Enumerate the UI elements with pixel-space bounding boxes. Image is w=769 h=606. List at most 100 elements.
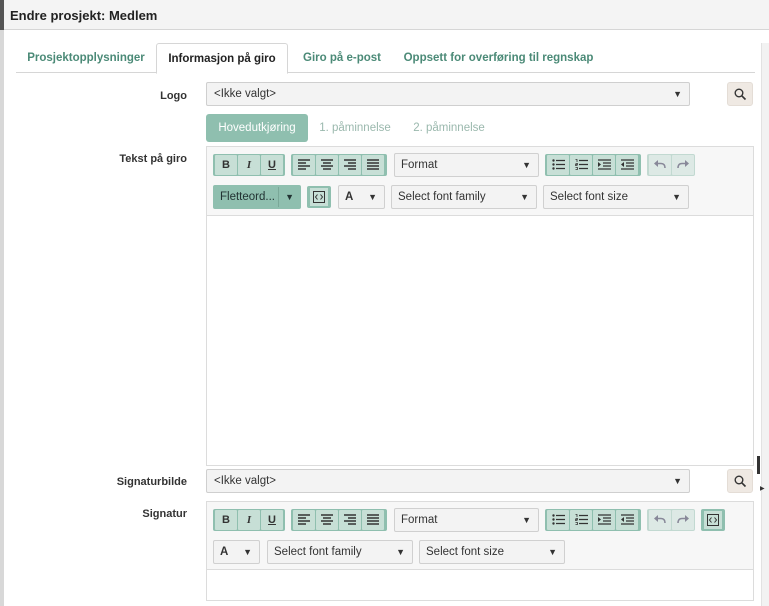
align-center-button[interactable]: [316, 155, 338, 175]
signatur-format-dropdown[interactable]: Format ▼: [394, 508, 539, 532]
numbered-list-button[interactable]: [570, 155, 592, 175]
signatur-editor: B I U Format ▼ A ▼ Select font family ▼ …: [206, 501, 754, 601]
align-center-icon: [321, 159, 333, 170]
signatur-undo-button[interactable]: [649, 510, 671, 530]
logo-search-button[interactable]: [727, 82, 753, 106]
signatur-font-size-value: Select font size: [426, 546, 504, 558]
chevron-down-icon: ▼: [673, 476, 682, 486]
chevron-down-icon: ▼: [285, 192, 294, 202]
font-size-value: Select font size: [550, 191, 628, 203]
signatur-label: Signatur: [142, 508, 187, 520]
chevron-down-icon: ▼: [673, 89, 682, 99]
chevron-down-icon: ▼: [396, 547, 405, 557]
redo-button[interactable]: [672, 155, 694, 175]
bold-button[interactable]: B: [215, 155, 237, 175]
signatur-font-color-dropdown[interactable]: A ▼: [213, 540, 260, 564]
signatur-font-size-dropdown[interactable]: Select font size ▼: [419, 540, 565, 564]
signatur-bold-button[interactable]: B: [215, 510, 237, 530]
italic-button[interactable]: I: [238, 155, 260, 175]
tab-prosjektopplysninger[interactable]: Prosjektopplysninger: [16, 43, 156, 73]
logo-select-value: <Ikke valgt>: [214, 88, 277, 100]
align-center-icon: [321, 514, 333, 525]
align-right-button[interactable]: [339, 155, 361, 175]
outdent-button[interactable]: [616, 155, 638, 175]
tekst-editor: B I U Format ▼ Fletteord... ▼ A ▼ Select…: [206, 146, 754, 466]
tab-giro-pa-epost[interactable]: Giro på e-post: [292, 43, 392, 73]
align-justify-icon: [367, 514, 379, 525]
font-color-dropdown[interactable]: A ▼: [338, 185, 385, 209]
font-family-value: Select font family: [398, 191, 486, 203]
logo-select[interactable]: <Ikke valgt> ▼: [206, 82, 690, 106]
tekst-toolbar: B I U Format ▼ Fletteord... ▼ A ▼ Select…: [207, 147, 753, 216]
font-color-icon: A: [220, 546, 229, 558]
signatur-outdent-button[interactable]: [616, 510, 638, 530]
redo-icon: [677, 160, 689, 169]
signaturbilde-select[interactable]: <Ikke valgt> ▼: [206, 469, 690, 493]
font-color-icon: A: [345, 191, 354, 203]
signatur-list-group: [545, 509, 641, 531]
tab-informasjon-pa-giro[interactable]: Informasjon på giro: [156, 43, 288, 74]
bullet-list-icon: [551, 514, 565, 525]
signatur-align-justify-button[interactable]: [362, 510, 384, 530]
signatur-redo-button[interactable]: [672, 510, 694, 530]
align-left-icon: [298, 514, 310, 525]
signatur-align-center-button[interactable]: [316, 510, 338, 530]
chevron-down-icon: ▼: [522, 160, 531, 170]
scrollbar-thumb[interactable]: [757, 456, 760, 474]
tekst-content-area[interactable]: [207, 217, 753, 465]
chevron-down-icon: ▼: [520, 192, 529, 202]
font-family-dropdown[interactable]: Select font family ▼: [391, 185, 537, 209]
align-left-button[interactable]: [293, 155, 315, 175]
list-group: [545, 154, 641, 176]
signatur-content-area[interactable]: [207, 571, 753, 600]
align-justify-icon: [367, 159, 379, 170]
signaturbilde-label: Signaturbilde: [116, 476, 187, 488]
dialog-body: Prosjektopplysninger Informasjon på giro…: [4, 30, 769, 606]
format-group: B I U: [213, 154, 285, 176]
fletteord-separator: [278, 187, 279, 207]
signatur-numbered-list-button[interactable]: [570, 510, 592, 530]
format-dropdown-value: Format: [401, 159, 438, 171]
underline-button[interactable]: U: [261, 155, 283, 175]
bullet-list-button[interactable]: [547, 155, 569, 175]
subtab-paminnelse-1[interactable]: 1. påminnelse: [314, 114, 396, 142]
signatur-bullet-list-button[interactable]: [547, 510, 569, 530]
chevron-down-icon: ▼: [522, 515, 531, 525]
signaturbilde-select-value: <Ikke valgt>: [214, 475, 277, 487]
signatur-underline-button[interactable]: U: [261, 510, 283, 530]
subtab-hovedutkjoring[interactable]: Hovedutkjøring: [206, 114, 308, 142]
signatur-font-family-dropdown[interactable]: Select font family ▼: [267, 540, 413, 564]
outdent-icon: [620, 159, 634, 170]
scrollbar[interactable]: [761, 43, 769, 606]
code-icon: [313, 191, 325, 203]
signatur-indent-button[interactable]: [593, 510, 615, 530]
bullet-list-icon: [551, 159, 565, 170]
outdent-icon: [620, 514, 634, 525]
signatur-align-right-button[interactable]: [339, 510, 361, 530]
logo-label: Logo: [160, 90, 187, 102]
window-titlebar: Endre prosjekt: Medlem: [0, 0, 769, 30]
signatur-italic-button[interactable]: I: [238, 510, 260, 530]
tab-oppsett-regnskap[interactable]: Oppsett for overføring til regnskap: [396, 43, 601, 73]
fletteord-label: Fletteord...: [220, 191, 275, 203]
font-size-dropdown[interactable]: Select font size ▼: [543, 185, 689, 209]
subtab-paminnelse-2[interactable]: 2. påminnelse: [404, 114, 494, 142]
signaturbilde-search-button[interactable]: [727, 469, 753, 493]
signatur-align-left-button[interactable]: [293, 510, 315, 530]
format-dropdown[interactable]: Format ▼: [394, 153, 539, 177]
fletteord-dropdown[interactable]: Fletteord... ▼: [213, 185, 301, 209]
signatur-source-code-button[interactable]: [701, 509, 725, 531]
undo-icon: [654, 160, 666, 169]
signatur-format-value: Format: [401, 514, 438, 526]
indent-button[interactable]: [593, 155, 615, 175]
align-group: [291, 154, 387, 176]
scroll-right-arrow-icon[interactable]: ▶: [760, 485, 765, 492]
undo-button[interactable]: [649, 155, 671, 175]
signatur-font-family-value: Select font family: [274, 546, 362, 558]
align-justify-button[interactable]: [362, 155, 384, 175]
titlebar-edge: [0, 0, 4, 30]
chevron-down-icon: ▼: [243, 547, 252, 557]
source-code-button[interactable]: [307, 186, 331, 208]
tekst-label: Tekst på giro: [119, 153, 187, 165]
indent-icon: [597, 514, 611, 525]
